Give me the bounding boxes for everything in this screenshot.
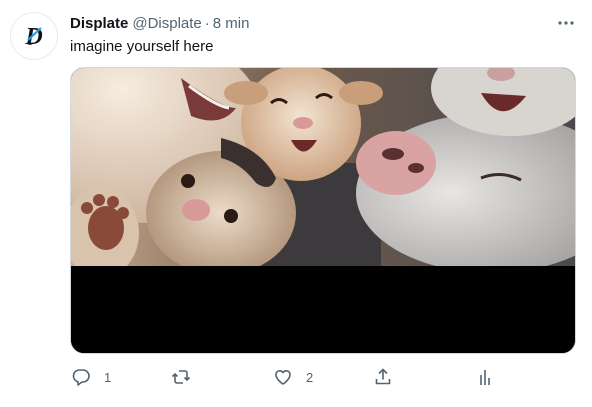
display-name[interactable]: Displate bbox=[70, 15, 128, 32]
more-horizontal-icon bbox=[558, 21, 574, 25]
reply-count: 1 bbox=[104, 369, 112, 385]
share-button[interactable] bbox=[372, 364, 394, 390]
tweet-header: Displate @Displate · 8 min bbox=[70, 13, 249, 33]
animal-selfie-image bbox=[71, 68, 575, 353]
retweet-button[interactable] bbox=[170, 364, 204, 390]
tweet[interactable]: D Displate @Displate · 8 min imagine you… bbox=[0, 0, 592, 407]
timestamp[interactable]: 8 min bbox=[213, 15, 250, 32]
analytics-icon bbox=[480, 370, 490, 385]
analytics-button[interactable] bbox=[474, 364, 496, 390]
separator-dot: · bbox=[204, 14, 210, 32]
more-options-button[interactable] bbox=[554, 11, 578, 35]
like-count: 2 bbox=[306, 369, 314, 385]
avatar[interactable]: D bbox=[10, 12, 58, 60]
reply-icon bbox=[72, 369, 90, 386]
share-icon bbox=[375, 368, 391, 385]
tweet-actions: 1 2 bbox=[70, 364, 576, 390]
heart-icon bbox=[275, 370, 291, 385]
reply-button[interactable]: 1 bbox=[70, 364, 111, 390]
user-handle[interactable]: @Displate bbox=[132, 15, 201, 32]
retweet-icon bbox=[171, 370, 191, 384]
tweet-media[interactable] bbox=[70, 67, 576, 354]
like-button[interactable]: 2 bbox=[272, 364, 313, 390]
displate-logo-icon: D bbox=[24, 24, 42, 50]
tweet-text: imagine yourself here bbox=[70, 38, 214, 55]
